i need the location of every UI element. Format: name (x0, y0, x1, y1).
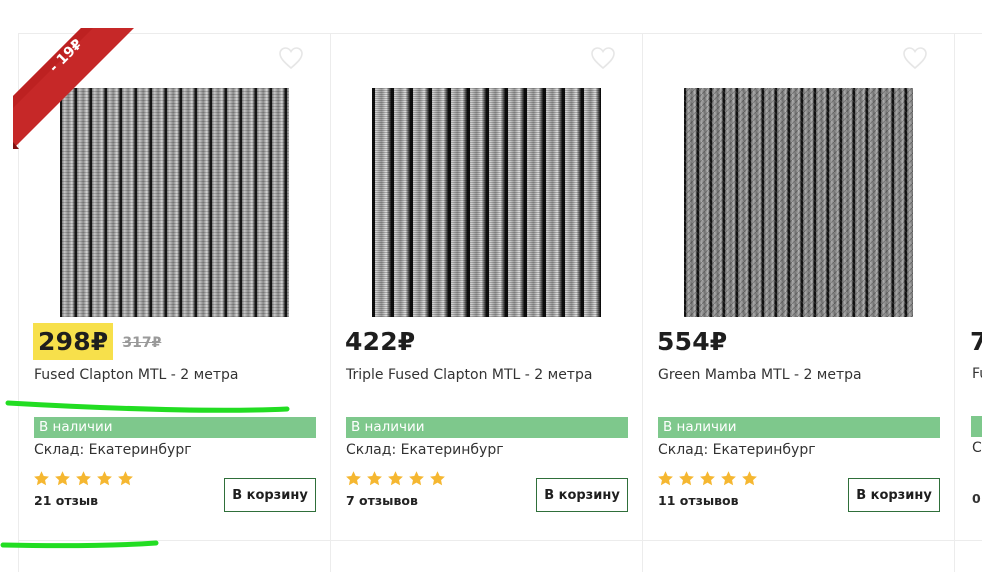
star-icon (55, 471, 70, 486)
star-icon (679, 471, 694, 486)
star-icon (346, 471, 361, 486)
price-row: 298₽ 317₽ (33, 321, 161, 361)
add-to-cart-button[interactable]: В корзину (536, 478, 628, 512)
product-card[interactable]: 422₽ Triple Fused Clapton MTL - 2 метра … (330, 34, 642, 572)
product-title[interactable]: Green Mamba MTL - 2 метра (658, 367, 862, 383)
price-row: 554₽ (657, 321, 727, 361)
partial-reviews: 0 (972, 491, 981, 506)
warehouse-label: Склад: Екатеринбург (658, 442, 816, 458)
star-icon (367, 471, 382, 486)
heart-outline-icon[interactable] (278, 46, 304, 70)
product-card[interactable]: 554₽ Green Mamba MTL - 2 метра В наличии… (642, 34, 954, 572)
star-icon (409, 471, 424, 486)
warehouse-label: Склад: Екатеринбург (34, 442, 192, 458)
star-icon (388, 471, 403, 486)
sale-price: 298₽ (33, 322, 114, 360)
reviews-count[interactable]: 11 отзывов (658, 493, 739, 508)
price: 554₽ (657, 326, 728, 356)
partial-stock-badge (971, 416, 982, 437)
old-price: 317₽ (122, 335, 162, 351)
product-title[interactable]: Triple Fused Clapton MTL - 2 метра (346, 367, 592, 383)
rating-stars (657, 470, 758, 487)
star-icon (700, 471, 715, 486)
product-title[interactable]: Fused Clapton MTL - 2 метра (34, 367, 238, 383)
star-icon (34, 471, 49, 486)
green-mamba-coil-photo[interactable] (684, 88, 913, 317)
triple-fused-clapton-coil-photo[interactable] (372, 88, 601, 317)
product-grid: 298₽ 317₽ Fused Clapton MTL - 2 метра В … (18, 33, 982, 572)
star-icon (97, 471, 112, 486)
price: 422₽ (345, 326, 416, 356)
partial-title[interactable]: Fu (972, 366, 982, 382)
add-to-cart-button[interactable]: В корзину (848, 478, 940, 512)
star-icon (118, 471, 133, 486)
rating-stars (345, 470, 446, 487)
star-icon (721, 471, 736, 486)
star-icon (742, 471, 757, 486)
price-row: 422₽ (345, 321, 415, 361)
star-icon (430, 471, 445, 486)
stock-status-badge: В наличии (658, 417, 940, 438)
stock-status-badge: В наличии (346, 417, 628, 438)
reviews-count[interactable]: 7 отзывов (346, 493, 418, 508)
partial-price: 7 (970, 327, 982, 356)
heart-outline-icon[interactable] (590, 46, 616, 70)
add-to-cart-button[interactable]: В корзину (224, 478, 316, 512)
star-icon (76, 471, 91, 486)
partial-warehouse: С (972, 440, 982, 456)
rating-stars (33, 470, 134, 487)
stock-status-badge: В наличии (34, 417, 316, 438)
reviews-count[interactable]: 21 отзыв (34, 493, 98, 508)
star-icon (658, 471, 673, 486)
heart-outline-icon[interactable] (902, 46, 928, 70)
warehouse-label: Склад: Екатеринбург (346, 442, 504, 458)
row-divider (18, 540, 982, 541)
